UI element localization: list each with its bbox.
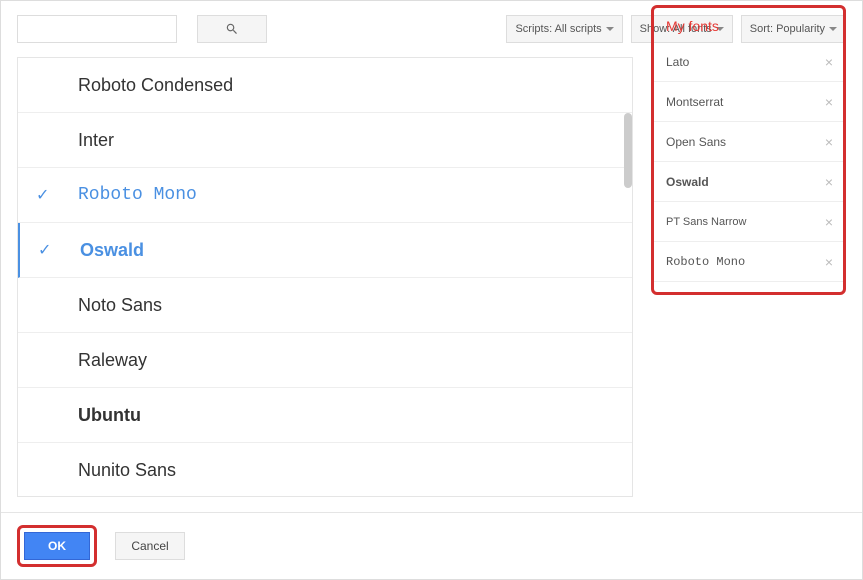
font-name: Nunito Sans — [58, 460, 176, 481]
remove-icon[interactable]: × — [825, 134, 833, 150]
font-list: Roboto Condensed Inter ✓ Roboto Mono ✓ Oswald… — [18, 58, 632, 496]
ok-button[interactable]: OK — [24, 532, 90, 560]
font-row[interactable]: Roboto Condensed — [18, 58, 632, 113]
my-font-name: PT Sans Narrow — [666, 216, 747, 228]
check-icon: ✓ — [36, 185, 49, 205]
my-fonts-title: My fonts — [654, 8, 843, 42]
search-icon — [225, 22, 239, 36]
my-font-name: Roboto Mono — [666, 255, 745, 269]
main-area: Roboto Condensed Inter ✓ Roboto Mono ✓ Oswald… — [1, 57, 862, 497]
my-font-name: Oswald — [666, 175, 709, 189]
my-font-row[interactable]: Montserrat × — [654, 82, 843, 122]
ok-button-highlight: OK — [17, 525, 97, 567]
font-row[interactable]: ✓ Roboto Mono — [18, 168, 632, 223]
font-name: Inter — [58, 130, 114, 151]
font-row[interactable]: Nunito Sans — [18, 443, 632, 497]
filter-scripts-label: Scripts: All scripts — [515, 23, 601, 35]
remove-icon[interactable]: × — [825, 254, 833, 270]
my-font-name: Open Sans — [666, 135, 726, 149]
font-name: Ubuntu — [58, 405, 141, 426]
scrollbar-thumb[interactable] — [624, 113, 632, 188]
my-font-row[interactable]: Lato × — [654, 42, 843, 82]
my-fonts-panel: My fonts Lato×Montserrat×Open Sans×Oswal… — [651, 5, 846, 295]
font-name: Roboto Mono — [58, 185, 197, 205]
my-font-row[interactable]: PT Sans Narrow × — [654, 202, 843, 242]
filter-scripts[interactable]: Scripts: All scripts — [506, 15, 622, 43]
font-row[interactable]: Raleway — [18, 333, 632, 388]
font-name: Noto Sans — [58, 295, 162, 316]
font-list-container: Roboto Condensed Inter ✓ Roboto Mono ✓ Oswald… — [17, 57, 633, 497]
remove-icon[interactable]: × — [825, 94, 833, 110]
font-name: Roboto Condensed — [58, 75, 233, 96]
my-font-row[interactable]: Open Sans × — [654, 122, 843, 162]
my-fonts-list: Lato×Montserrat×Open Sans×Oswald×PT Sans… — [654, 42, 843, 282]
my-font-name: Montserrat — [666, 95, 723, 109]
font-name: Raleway — [58, 350, 147, 371]
my-font-name: Lato — [666, 55, 689, 69]
cancel-button[interactable]: Cancel — [115, 532, 185, 560]
font-row[interactable]: Ubuntu — [18, 388, 632, 443]
font-name: Oswald — [60, 240, 144, 261]
chevron-down-icon — [606, 27, 614, 31]
search-input[interactable] — [17, 15, 177, 43]
font-row[interactable]: Noto Sans — [18, 278, 632, 333]
my-font-row[interactable]: Oswald × — [654, 162, 843, 202]
check-icon: ✓ — [38, 240, 51, 260]
remove-icon[interactable]: × — [825, 174, 833, 190]
remove-icon[interactable]: × — [825, 54, 833, 70]
font-row[interactable]: Inter — [18, 113, 632, 168]
bottom-bar: OK Cancel — [1, 512, 862, 579]
my-font-row[interactable]: Roboto Mono × — [654, 242, 843, 282]
search-button[interactable] — [197, 15, 267, 43]
remove-icon[interactable]: × — [825, 214, 833, 230]
font-row[interactable]: ✓ Oswald — [18, 223, 632, 278]
